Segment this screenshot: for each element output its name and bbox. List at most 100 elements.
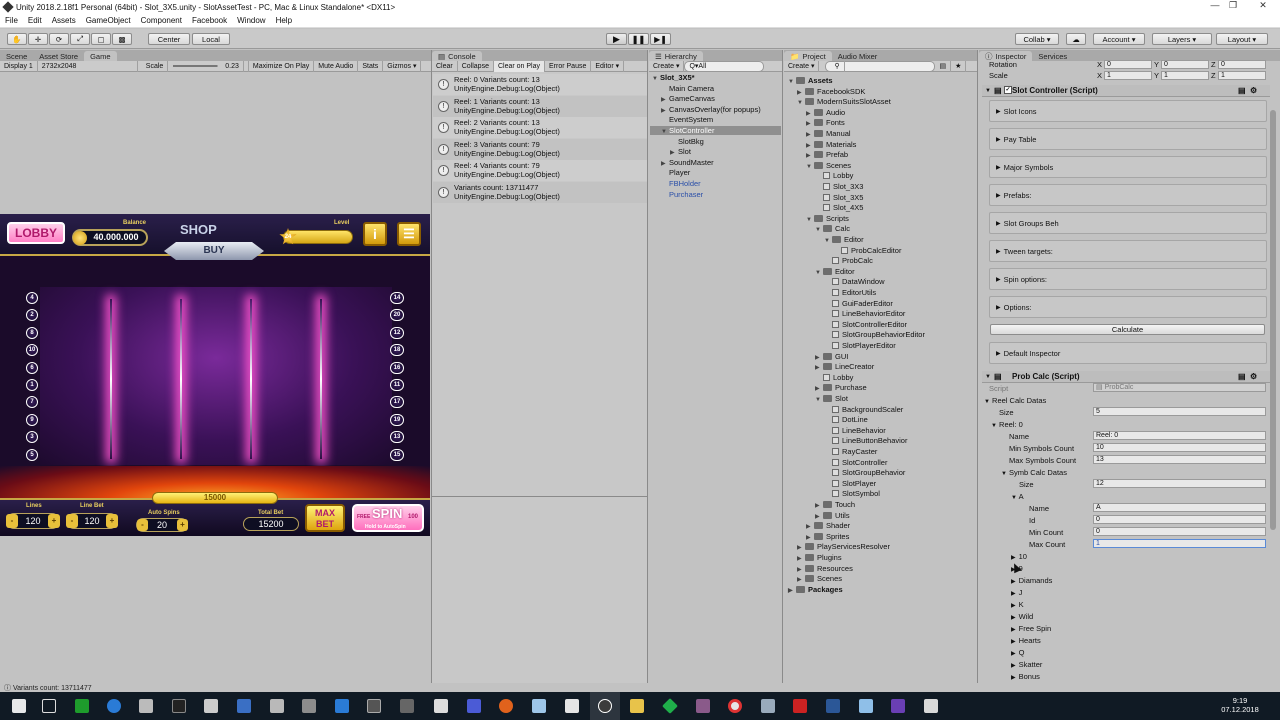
project-folder[interactable]: ▶ Audio (788, 108, 845, 117)
display-dropdown[interactable]: Display 1 (0, 60, 38, 72)
line-button[interactable]: 14 (390, 292, 404, 304)
expand-arrow-icon[interactable]: ▼ (824, 238, 832, 244)
project-file[interactable]: SlotGroupBehavior (788, 468, 905, 477)
app-icon[interactable] (367, 699, 381, 713)
expand-arrow-icon[interactable]: ▶ (815, 513, 823, 520)
project-file[interactable]: SlotControllerEditor (788, 320, 907, 329)
line-button[interactable]: 13 (390, 431, 404, 444)
app-icon[interactable] (75, 699, 89, 713)
project-file[interactable]: Slot_3X3 (788, 182, 863, 191)
line-button[interactable]: 7 (26, 396, 38, 409)
line-button[interactable]: 17 (390, 396, 404, 409)
project-folder[interactable]: ▼ Assets (788, 76, 833, 85)
console-collapse-button[interactable]: Collapse (458, 60, 494, 72)
project-folder[interactable]: ▶ Prefab (788, 150, 848, 159)
expand-arrow-icon[interactable]: ▼ (661, 129, 669, 135)
tab-hierarchy[interactable]: ☰ Hierarchy (649, 51, 703, 61)
line-button[interactable]: 10 (26, 344, 38, 357)
visual-studio-icon[interactable] (891, 699, 905, 713)
spin-button[interactable]: FREE SPIN 100 Hold to AutoSpin (352, 504, 424, 532)
menu-button[interactable]: ☰ (397, 222, 421, 246)
default-inspector-foldout[interactable]: ▶ Default Inspector (989, 342, 1267, 364)
expand-arrow-icon[interactable]: ▶ (806, 110, 814, 117)
chrome-icon[interactable] (728, 699, 742, 713)
line-button[interactable]: 1 (26, 379, 38, 391)
rotate-tool-icon[interactable]: ⟳ (49, 33, 69, 45)
app-icon[interactable] (237, 699, 251, 713)
expand-arrow-icon[interactable]: ▶ (797, 544, 805, 551)
a-max-count-field[interactable]: 1 (1093, 539, 1266, 548)
expand-arrow-icon[interactable]: ▶ (815, 354, 823, 361)
menu-assets[interactable]: Assets (47, 16, 81, 25)
project-folder[interactable]: ▶ LineCreator (788, 362, 874, 371)
rect-tool-icon[interactable]: ▢ (91, 33, 111, 45)
scale-z-field[interactable]: 1 (1218, 71, 1266, 80)
project-star-icon[interactable]: ★ (951, 60, 967, 72)
project-file[interactable]: GuiFaderEditor (788, 299, 893, 308)
game-view[interactable]: LOBBY Balance 40.000.000 SHOP BUY Level … (0, 214, 430, 536)
lines-minus-button[interactable]: - (6, 514, 18, 528)
tab-console[interactable]: ▤ Console (432, 51, 482, 61)
project-folder[interactable]: ▶ PlayServicesResolver (788, 542, 890, 551)
project-folder[interactable]: ▶ Shader (788, 521, 850, 530)
reel0-foldout[interactable]: ▼ Reel: 0 (991, 420, 1023, 429)
project-file[interactable]: ProbCalcEditor (788, 246, 901, 255)
app-icon[interactable] (400, 699, 414, 713)
line-button[interactable]: 15 (390, 448, 404, 461)
app-icon[interactable] (532, 699, 546, 713)
help-icon[interactable]: ▤ (1238, 372, 1246, 381)
lines-plus-button[interactable]: + (48, 514, 60, 528)
scale-slider[interactable] (173, 65, 219, 67)
scale-y-field[interactable]: 1 (1161, 71, 1209, 80)
line-button[interactable]: 4 (26, 292, 38, 304)
app-icon[interactable] (924, 699, 938, 713)
project-file[interactable]: SlotSymbol (788, 489, 880, 498)
inspector-foldout[interactable]: ▶ Pay Table (989, 128, 1267, 150)
inspector-foldout[interactable]: ▶ Slot Groups Beh (989, 212, 1267, 234)
expand-arrow-icon[interactable]: ▼ (815, 227, 823, 233)
line-button[interactable]: 8 (26, 326, 38, 339)
step-button[interactable]: ▶❚ (650, 33, 671, 45)
hierarchy-create-dropdown[interactable]: Create ▾ (649, 60, 685, 72)
symbol-foldout[interactable]: ▶ Diamands (1011, 576, 1052, 585)
inspector-foldout[interactable]: ▶ Major Symbols (989, 156, 1267, 178)
console-entry[interactable]: ! Reel: 3 Variants count: 79 UnityEngine.D… (433, 138, 647, 160)
expand-arrow-icon[interactable]: ▶ (815, 385, 823, 392)
expand-arrow-icon[interactable]: ▼ (788, 79, 796, 85)
expand-arrow-icon[interactable]: ▶ (815, 502, 823, 509)
expand-arrow-icon[interactable]: ▶ (797, 89, 805, 96)
line-button[interactable]: 20 (390, 309, 404, 322)
app-icon[interactable] (139, 699, 153, 713)
layers-dropdown[interactable]: Layers ▾ (1152, 33, 1212, 45)
project-folder[interactable]: ▼ Scripts (788, 214, 849, 223)
play-button[interactable]: ▶ (606, 33, 627, 45)
app-icon[interactable] (204, 699, 218, 713)
menu-help[interactable]: Help (271, 16, 297, 25)
slot-controller-header[interactable]: ▼ ▤ ✓ Slot Controller (Script) ▤ ⚙ (982, 85, 1270, 97)
task-view-icon[interactable] (42, 699, 56, 713)
lobby-button[interactable]: LOBBY (7, 222, 65, 244)
expand-arrow-icon[interactable]: ▼ (652, 76, 660, 82)
menu-gameobject[interactable]: GameObject (81, 16, 136, 25)
stats-toggle[interactable]: Stats (358, 60, 384, 72)
project-folder[interactable]: ▼ Calc (788, 224, 850, 233)
console-entry[interactable]: ! Reel: 0 Variants count: 13 UnityEngine.D… (433, 74, 647, 95)
min-symbols-field[interactable]: 10 (1093, 443, 1266, 452)
project-folder[interactable]: ▶ Touch (788, 500, 855, 509)
expand-arrow-icon[interactable]: ▶ (788, 587, 796, 594)
project-file[interactable]: Lobby (788, 171, 853, 180)
project-folder[interactable]: ▶ Materials (788, 140, 856, 149)
hierarchy-item[interactable]: ▶ GameCanvas (652, 94, 780, 103)
gizmos-dropdown[interactable]: Gizmos ▾ (383, 60, 422, 72)
help-icon[interactable]: ▤ (1238, 86, 1246, 95)
hierarchy-item[interactable]: ▼ SlotController (650, 126, 781, 135)
pivot-local-button[interactable]: Local (192, 33, 230, 45)
hierarchy-item[interactable]: ▶ SoundMaster (652, 158, 780, 167)
line-button[interactable]: 9 (26, 413, 38, 426)
expand-arrow-icon[interactable]: ▶ (806, 142, 814, 149)
expand-arrow-icon[interactable]: ▶ (806, 120, 814, 127)
app-icon[interactable] (302, 699, 316, 713)
symbol-foldout[interactable]: ▶ Wild (1011, 612, 1033, 621)
project-file[interactable]: ProbCalc (788, 256, 873, 265)
maximize-on-play-toggle[interactable]: Maximize On Play (249, 60, 315, 72)
